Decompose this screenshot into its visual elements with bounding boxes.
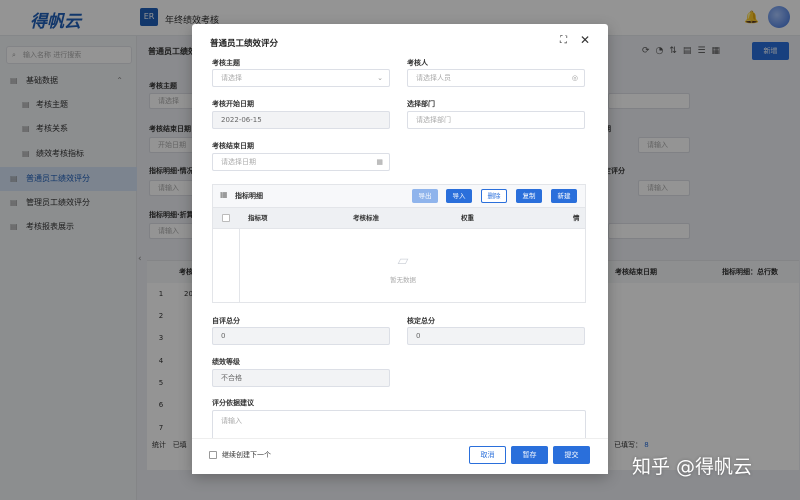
fullscreen-icon[interactable]: ⛶ (560, 35, 567, 46)
start-date-field[interactable]: 2022-06-15 (212, 111, 390, 129)
self-score-label: 自评总分 (212, 317, 240, 325)
score-modal: 普通员工绩效评分 ⛶ ✕ 考核主题 请选择 ⌄ 考核人 请选择人员 ◎ 考核开始日期… (192, 24, 608, 474)
user-icon: ◎ (571, 74, 578, 82)
check-score-label: 核定总分 (407, 317, 435, 325)
self-score-field: 0 (212, 327, 390, 345)
subtable-columns: 指标项 考核标准 权重 情 (213, 207, 585, 229)
empty-box-icon: ▱ (397, 253, 409, 269)
select-all-checkbox[interactable] (222, 214, 230, 222)
grade-field: 不合格 (212, 369, 390, 387)
calendar-icon: ▦ (376, 158, 383, 166)
table-icon: ▦ (220, 190, 228, 199)
save-draft-button[interactable]: 暂存 (511, 446, 548, 464)
chevron-down-icon: ⌄ (377, 74, 383, 82)
modal-title: 普通员工绩效评分 (210, 39, 279, 49)
dept-select[interactable]: 请选择部门 (407, 111, 585, 129)
end-date-picker[interactable]: 请选择日期 ▦ (212, 153, 390, 171)
import-button[interactable]: 导入 (446, 189, 472, 203)
close-icon[interactable]: ✕ (580, 33, 590, 47)
empty-state: ▱ 暂无数据 (390, 253, 416, 284)
subtable-title: 指标明细 (235, 192, 263, 200)
indicator-subtable: ▦ 指标明细 导出 导入 删除 复制 新建 指标项 考核标准 权重 情 ▱ 暂无… (212, 184, 586, 303)
copy-button[interactable]: 复制 (516, 189, 542, 203)
grade-label: 绩效等级 (212, 358, 240, 366)
theme-select[interactable]: 请选择 ⌄ (212, 69, 390, 87)
check-score-field: 0 (407, 327, 585, 345)
advice-label: 评分依据建议 (212, 399, 254, 407)
subtable-header: ▦ 指标明细 导出 导入 删除 复制 新建 (213, 185, 585, 207)
column-divider (239, 229, 240, 302)
export-button[interactable]: 导出 (412, 189, 438, 203)
start-date-label: 考核开始日期 (212, 100, 254, 108)
person-label: 考核人 (407, 59, 428, 67)
continue-label: 继续创建下一个 (222, 451, 271, 459)
submit-button[interactable]: 提交 (553, 446, 590, 464)
modal-footer: 继续创建下一个 取消 暂存 提交 (192, 438, 608, 474)
end-date-label: 考核结束日期 (212, 142, 254, 150)
dept-label: 选择部门 (407, 100, 435, 108)
continue-checkbox[interactable] (209, 451, 217, 459)
watermark: 知乎 @得帆云 (632, 456, 753, 478)
cancel-button[interactable]: 取消 (469, 446, 506, 464)
new-row-button[interactable]: 新建 (551, 189, 577, 203)
delete-button[interactable]: 删除 (481, 189, 507, 203)
person-select[interactable]: 请选择人员 ◎ (407, 69, 585, 87)
theme-label: 考核主题 (212, 59, 240, 67)
advice-textarea[interactable]: 请输入 (212, 410, 586, 440)
